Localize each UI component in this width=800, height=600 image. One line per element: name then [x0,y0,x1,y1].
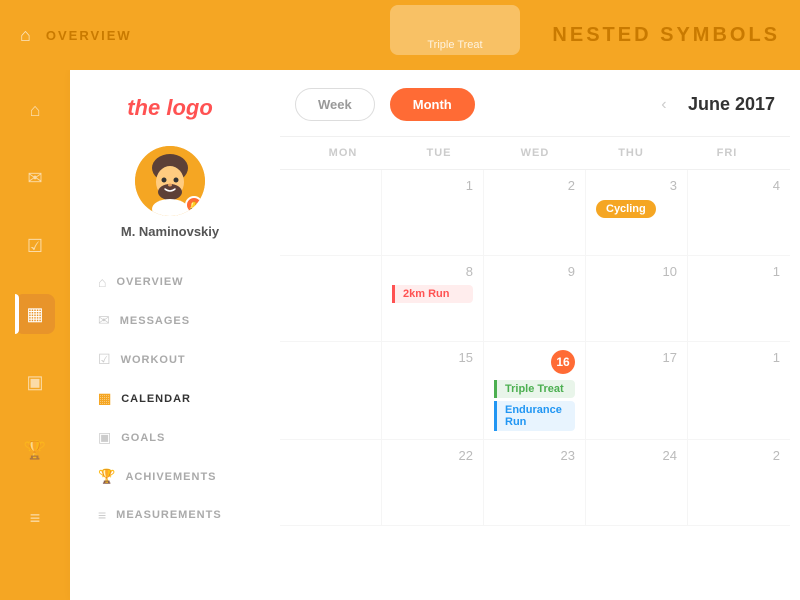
topbar-title: OVERVIEW [46,28,132,43]
date-24: 24 [596,448,677,463]
nav-item-goals[interactable]: ▣ GOALS [90,419,250,456]
date-11: 1 [698,264,780,279]
topbar-search-area: 16 Triple Treat [390,5,520,55]
cal-cell-10: 10 [586,256,688,341]
topbar-right-title: NESTED SYMBOLS [552,24,780,47]
date-22: 22 [392,448,473,463]
cal-cell-9: 9 [484,256,586,341]
cal-row-1: 1 2 3 Cycling 4 [280,170,790,256]
prev-month-button[interactable]: ‹ [650,91,678,119]
date-25: 2 [698,448,780,463]
main-content: Week Month ‹ June 2017 MON TUE WED THU F… [270,70,800,600]
user-name: M. Naminovskiy [121,224,219,239]
cal-cell-18: 1 [688,342,790,439]
cal-cell-3: 3 Cycling [586,170,688,255]
sidebar-icon-workout[interactable]: ☑ [15,226,55,266]
nav-item-achievements[interactable]: 🏆 ACHIVEMENTS [90,458,250,495]
user-avatar: 🔔 [135,146,205,216]
tab-week[interactable]: Week [295,88,375,121]
calendar-nav: ‹ June 2017 [650,91,775,119]
date-3: 3 [596,178,677,193]
event-triple-treat[interactable]: Triple Treat [494,380,575,398]
nav-item-calendar[interactable]: ▦ CALENDAR [90,380,250,417]
date-17: 17 [596,350,677,365]
user-avatar-section: 🔔 M. Naminovskiy [90,146,250,239]
cal-cell-2: 2 [484,170,586,255]
nav-item-workout[interactable]: ☑ WORKOUT [90,341,250,378]
tab-month[interactable]: Month [390,88,475,121]
sidebar-icon-measurements[interactable]: ≡ [15,498,55,538]
day-fri: FRI [679,137,775,169]
cal-cell-empty-3 [280,342,382,439]
month-label: June 2017 [688,94,775,115]
day-mon: MON [295,137,391,169]
day-thu: THU [583,137,679,169]
cal-cell-1: 1 [382,170,484,255]
event-2km-run[interactable]: 2km Run [392,285,473,303]
cal-cell-empty-2 [280,256,382,341]
date-8: 8 [392,264,473,279]
cal-cell-22: 22 [382,440,484,525]
cal-row-3: 15 16 Triple Treat Endurance Run 17 1 [280,342,790,440]
cal-cell-11: 1 [688,256,790,341]
logo: the logo [90,95,250,121]
cal-cell-empty-4 [280,440,382,525]
sidebar-icon-mail[interactable]: ✉ [15,158,55,198]
measurements-icon: ≡ [98,507,106,523]
calendar-icon: ▦ [98,390,111,407]
sidebar-icon-calendar[interactable]: ▦ [15,294,55,334]
topbar-home-icon[interactable]: ⌂ [20,25,31,46]
topbar-search-label: Triple Treat [427,39,482,51]
sidebar-icon-home[interactable]: ⌂ [15,90,55,130]
day-tue: TUE [391,137,487,169]
event-cycling[interactable]: Cycling [596,200,656,218]
day-wed: WED [487,137,583,169]
goals-icon: ▣ [98,429,111,446]
date-16-today: 16 [551,350,575,374]
overview-icon: ⌂ [98,274,106,290]
nav-item-messages[interactable]: ✉ MESSAGES [90,302,250,339]
calendar-grid: MON TUE WED THU FRI 1 2 3 Cycling 4 [270,136,800,526]
achievements-icon: 🏆 [98,468,115,485]
date-18: 1 [698,350,780,365]
date-15: 15 [392,350,473,365]
date-2: 2 [494,178,575,193]
topbar: ⌂ OVERVIEW 16 Triple Treat NESTED SYMBOL… [0,0,800,70]
cal-cell-empty-1 [280,170,382,255]
cal-cell-15: 15 [382,342,484,439]
cal-row-4: 22 23 24 2 [280,440,790,526]
date-4: 4 [698,178,780,193]
date-23: 23 [494,448,575,463]
messages-icon: ✉ [98,312,110,329]
cal-cell-17: 17 [586,342,688,439]
cal-cell-25: 2 [688,440,790,525]
cal-cell-24: 24 [586,440,688,525]
cal-cell-16: 16 Triple Treat Endurance Run [484,342,586,439]
cal-cell-4: 4 [688,170,790,255]
cal-row-2: 8 2km Run 9 10 1 [280,256,790,342]
active-indicator [15,294,19,334]
date-1: 1 [392,178,473,193]
sidebar-icon-goals[interactable]: ▣ [15,362,55,402]
nav-panel: the logo 🔔 [70,70,270,600]
cal-cell-8: 8 2km Run [382,256,484,341]
workout-icon: ☑ [98,351,111,368]
calendar-header: Week Month ‹ June 2017 [270,70,800,136]
cal-cell-23: 23 [484,440,586,525]
date-10: 10 [596,264,677,279]
icon-sidebar: ⌂ ✉ ☑ ▦ ▣ 🏆 ≡ [0,70,70,600]
nav-item-measurements[interactable]: ≡ MEASUREMENTS [90,497,250,533]
notification-badge: 🔔 [185,196,203,214]
event-endurance-run[interactable]: Endurance Run [494,401,575,431]
nav-item-overview[interactable]: ⌂ OVERVIEW [90,264,250,300]
days-header: MON TUE WED THU FRI [280,136,790,170]
date-9: 9 [494,264,575,279]
sidebar-icon-achievements[interactable]: 🏆 [15,430,55,470]
